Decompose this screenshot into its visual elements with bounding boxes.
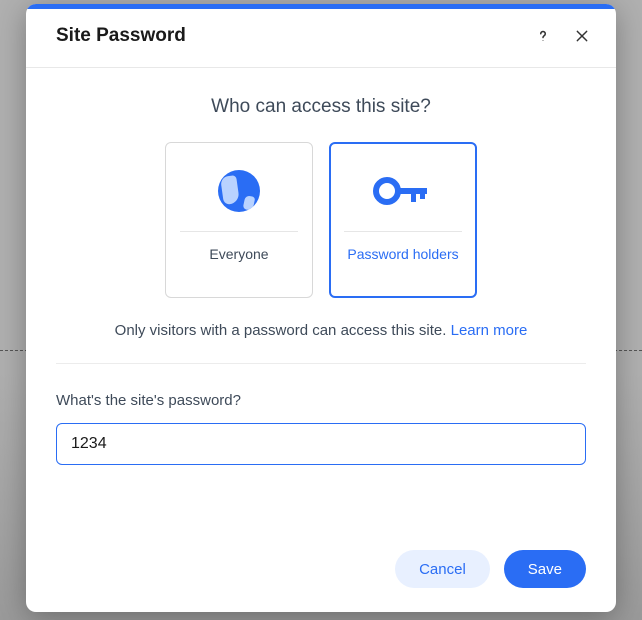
option-divider [344, 231, 462, 232]
header-actions [530, 23, 594, 49]
save-button[interactable]: Save [504, 550, 586, 588]
access-options: Everyone Password holders [56, 142, 586, 298]
access-question: Who can access this site? [56, 96, 586, 118]
option-password-holders[interactable]: Password holders [329, 142, 477, 298]
site-password-modal: Site Password Who can access this site? [26, 4, 616, 612]
option-everyone[interactable]: Everyone [165, 142, 313, 298]
description-text: Only visitors with a password can access… [115, 322, 451, 339]
section-separator [56, 363, 586, 364]
close-icon [574, 28, 590, 44]
cancel-button[interactable]: Cancel [395, 550, 490, 588]
password-input[interactable] [56, 423, 586, 465]
access-description: Only visitors with a password can access… [56, 322, 586, 339]
globe-icon [218, 165, 260, 217]
modal-header: Site Password [26, 9, 616, 68]
learn-more-link[interactable]: Learn more [451, 322, 528, 339]
password-field-label: What's the site's password? [56, 392, 586, 409]
modal-title: Site Password [56, 25, 186, 47]
help-icon [534, 27, 552, 45]
modal-body: Who can access this site? Everyone [26, 68, 616, 612]
option-password-holders-label: Password holders [347, 246, 458, 262]
modal-footer: Cancel Save [56, 530, 586, 588]
help-button[interactable] [530, 23, 556, 49]
key-icon [371, 165, 435, 217]
option-everyone-label: Everyone [209, 246, 268, 262]
option-divider [180, 231, 298, 232]
close-button[interactable] [570, 24, 594, 48]
